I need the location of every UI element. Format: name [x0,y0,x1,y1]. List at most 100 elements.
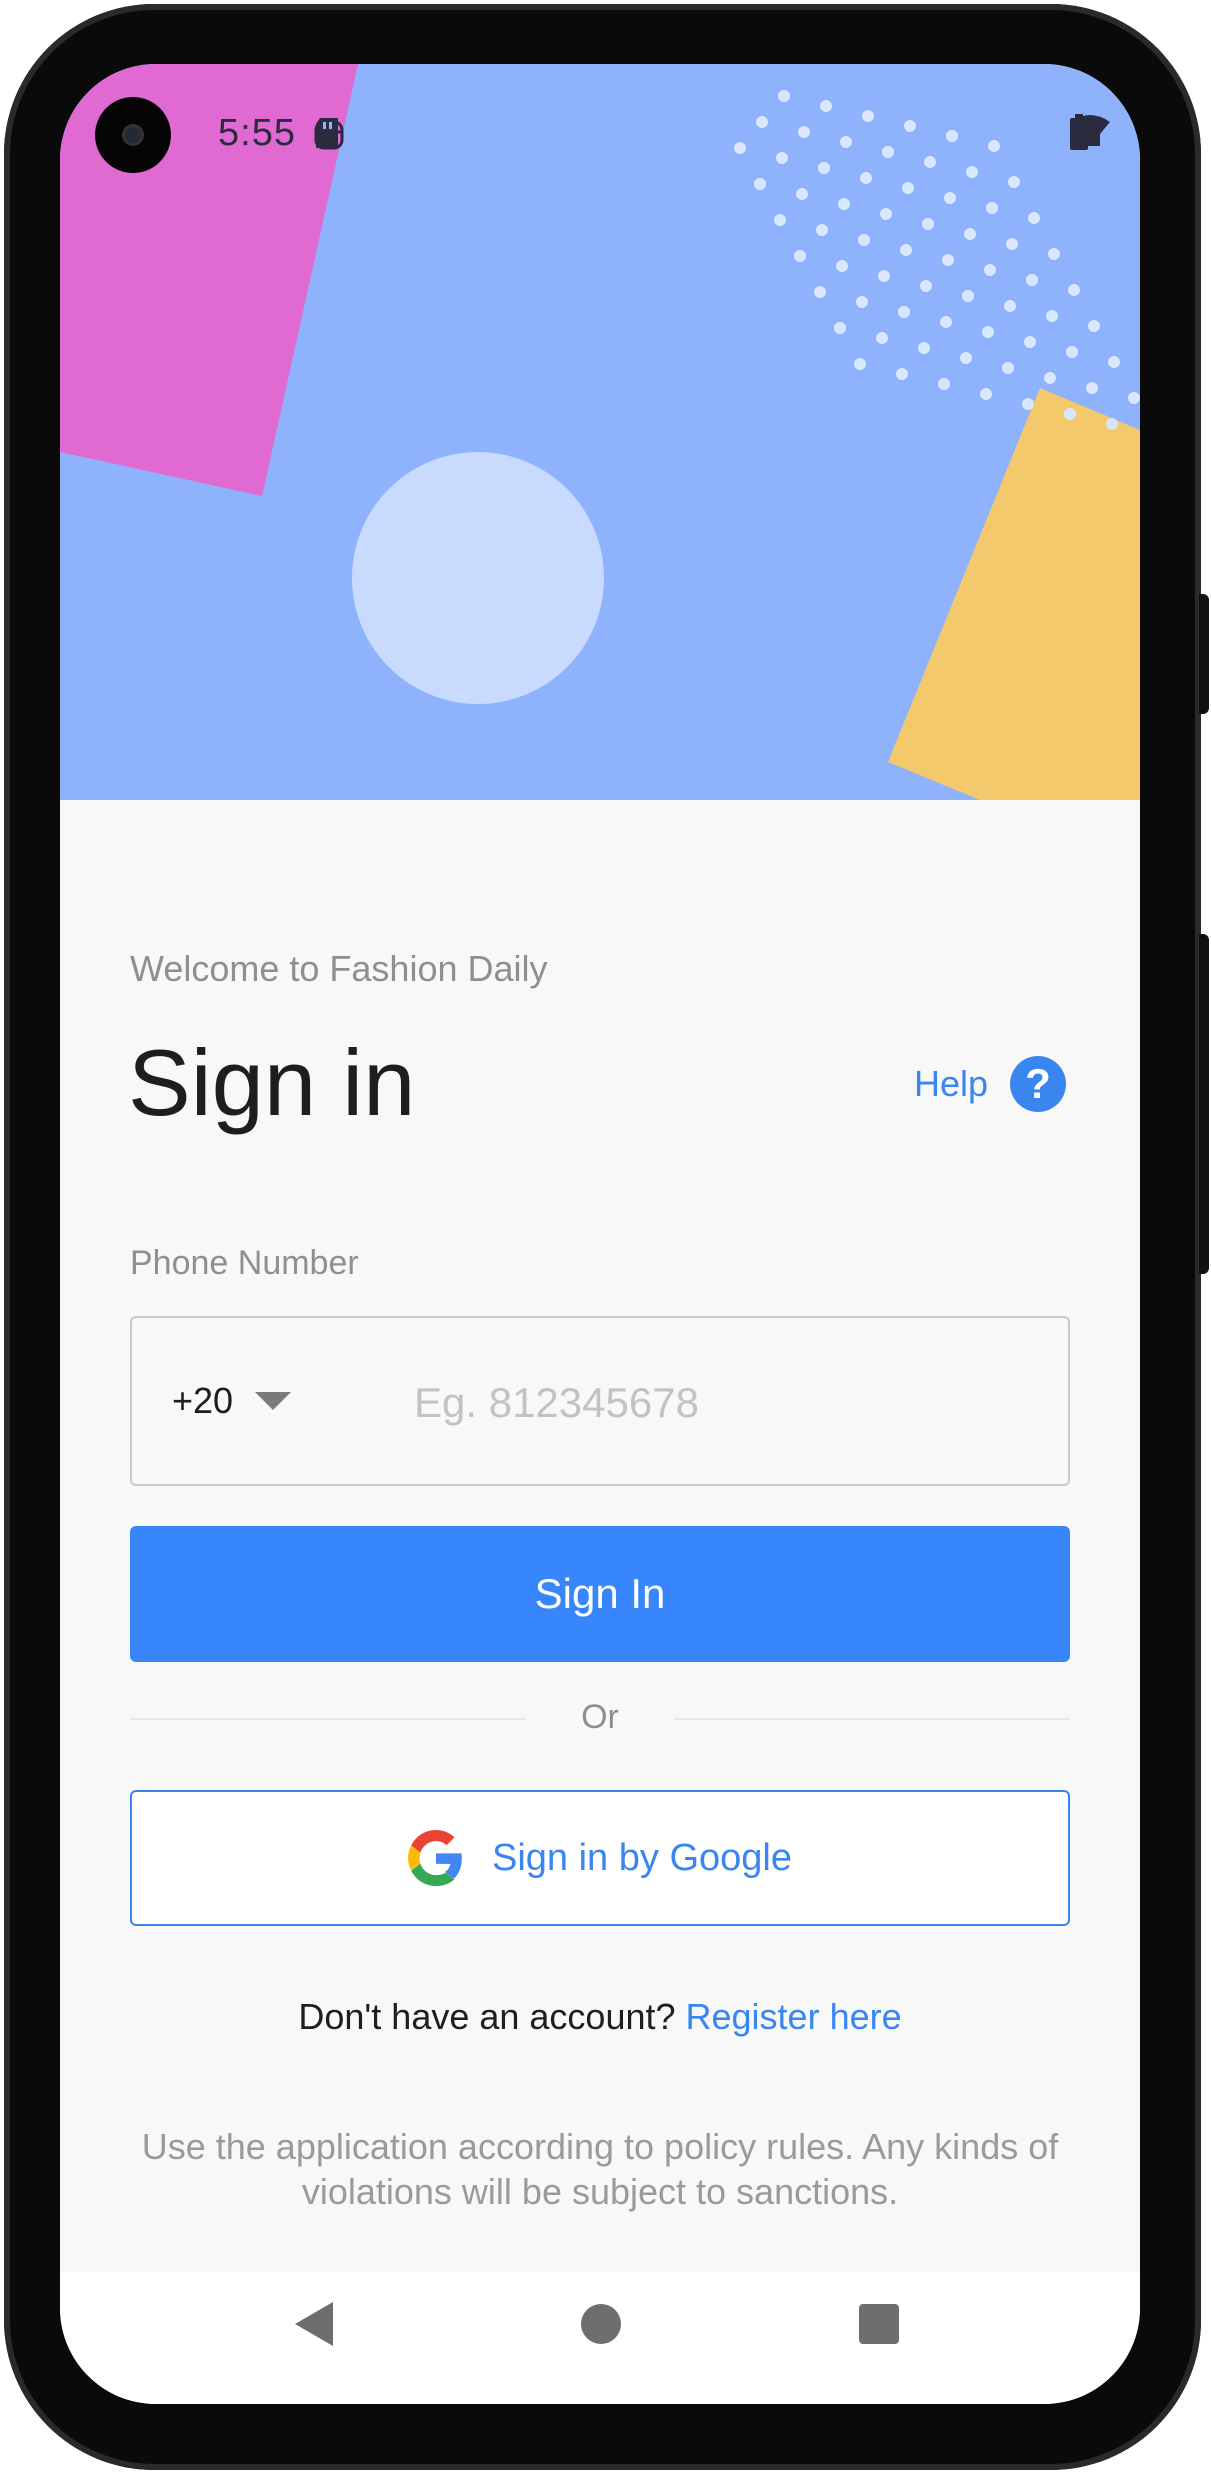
pattern-dot [966,166,978,178]
pattern-dot [838,198,850,210]
pattern-dot [946,130,958,142]
power-button [1199,934,1209,1274]
recents-icon[interactable] [859,2304,899,2344]
pattern-dot [1128,392,1140,404]
register-link[interactable]: Register here [686,1996,902,2037]
pattern-dot [814,286,826,298]
pattern-dot [1006,238,1018,250]
volume-button [1199,594,1209,714]
help-label[interactable]: Help [914,1063,988,1105]
pattern-dot [1002,362,1014,374]
pattern-dot [904,120,916,132]
welcome-text: Welcome to Fashion Daily [130,948,548,989]
pattern-dot [754,178,766,190]
pattern-dot [856,296,868,308]
pattern-dot [980,388,992,400]
divider-text: Or [581,1698,619,1736]
pattern-dot [1106,418,1118,430]
chevron-down-icon[interactable] [255,1392,292,1410]
page-title: Sign in [128,1030,416,1135]
pattern-dot [922,218,934,230]
pattern-dot [1004,300,1016,312]
back-icon[interactable] [295,2302,333,2346]
register-question: Don't have an account? [298,1996,686,2037]
phone-number-field: +20 [130,1316,1070,1486]
pattern-dot [962,290,974,302]
pattern-dot [756,116,768,128]
pattern-dot [858,234,870,246]
pattern-dot [1048,248,1060,260]
help-link[interactable]: Help ? [914,1056,1066,1112]
battery-icon [1070,114,1088,150]
pattern-dot [986,202,998,214]
pattern-dot [960,352,972,364]
pattern-dot [776,152,788,164]
pattern-dot [1026,274,1038,286]
country-code[interactable]: +20 [172,1380,233,1422]
pattern-dot [1068,284,1080,296]
policy-text: Use the application according to policy … [141,2126,1059,2212]
navigation-bar [60,2272,1140,2404]
help-circle-icon[interactable]: ? [1010,1056,1066,1112]
pattern-dot [902,182,914,194]
pattern-dot [938,378,950,390]
google-sign-in-button[interactable]: Sign in by Google [130,1790,1070,1926]
pattern-dot [794,250,806,262]
yellow-shape [888,388,1140,800]
pattern-dot [1022,398,1034,410]
home-icon[interactable] [581,2304,621,2344]
pattern-dot [778,90,790,102]
pattern-dot [876,332,888,344]
pattern-dot [988,140,1000,152]
sd-card-icon [316,118,338,148]
hero-circle [352,452,604,704]
country-code-dropdown[interactable]: +20 [172,1318,292,1484]
phone-device: 5:55 Welcome to Fashion Daily Sign in He… [0,0,1211,2474]
or-divider: Or [130,1694,1070,1744]
hero-shapes [60,64,1140,800]
pattern-dot [882,146,894,158]
pattern-dot [944,192,956,204]
pattern-dot [940,316,952,328]
pattern-dot [1044,372,1056,384]
pattern-dot [982,326,994,338]
front-camera [95,97,171,173]
pattern-dot [1024,336,1036,348]
pattern-dot [1064,408,1076,420]
pattern-dot [1088,320,1100,332]
pattern-dot [1086,382,1098,394]
pattern-dot [818,162,830,174]
pattern-dot [860,172,872,184]
pattern-dot [820,100,832,112]
pattern-dot [1066,346,1078,358]
pattern-dot [942,254,954,266]
pattern-dot [840,136,852,148]
pattern-dot [1028,212,1040,224]
pattern-dot [862,110,874,122]
pattern-dot [896,368,908,380]
hero-banner: 5:55 [60,64,1140,800]
pattern-dot [920,280,932,292]
google-button-label[interactable]: Sign in by Google [492,1837,792,1880]
pattern-dot [918,342,930,354]
pattern-dot [836,260,848,272]
pattern-dot [816,224,828,236]
screen: 5:55 Welcome to Fashion Daily Sign in He… [60,64,1140,2404]
status-time: 5:55 [218,112,296,154]
pattern-dot [796,188,808,200]
pattern-dot [900,244,912,256]
phone-number-label: Phone Number [130,1244,359,1282]
pattern-dot [774,214,786,226]
pattern-dot [1046,310,1058,322]
sign-in-button[interactable]: Sign In [130,1526,1070,1662]
pattern-dot [984,264,996,276]
register-row: Don't have an account? Register here [60,1996,1140,2038]
pattern-dot [1108,356,1120,368]
pattern-dot [1008,176,1020,188]
pattern-dot [898,306,910,318]
pattern-dot [880,208,892,220]
pattern-dot [734,142,746,154]
pattern-dot [834,322,846,334]
pattern-dot [798,126,810,138]
phone-input[interactable] [412,1362,1036,1444]
